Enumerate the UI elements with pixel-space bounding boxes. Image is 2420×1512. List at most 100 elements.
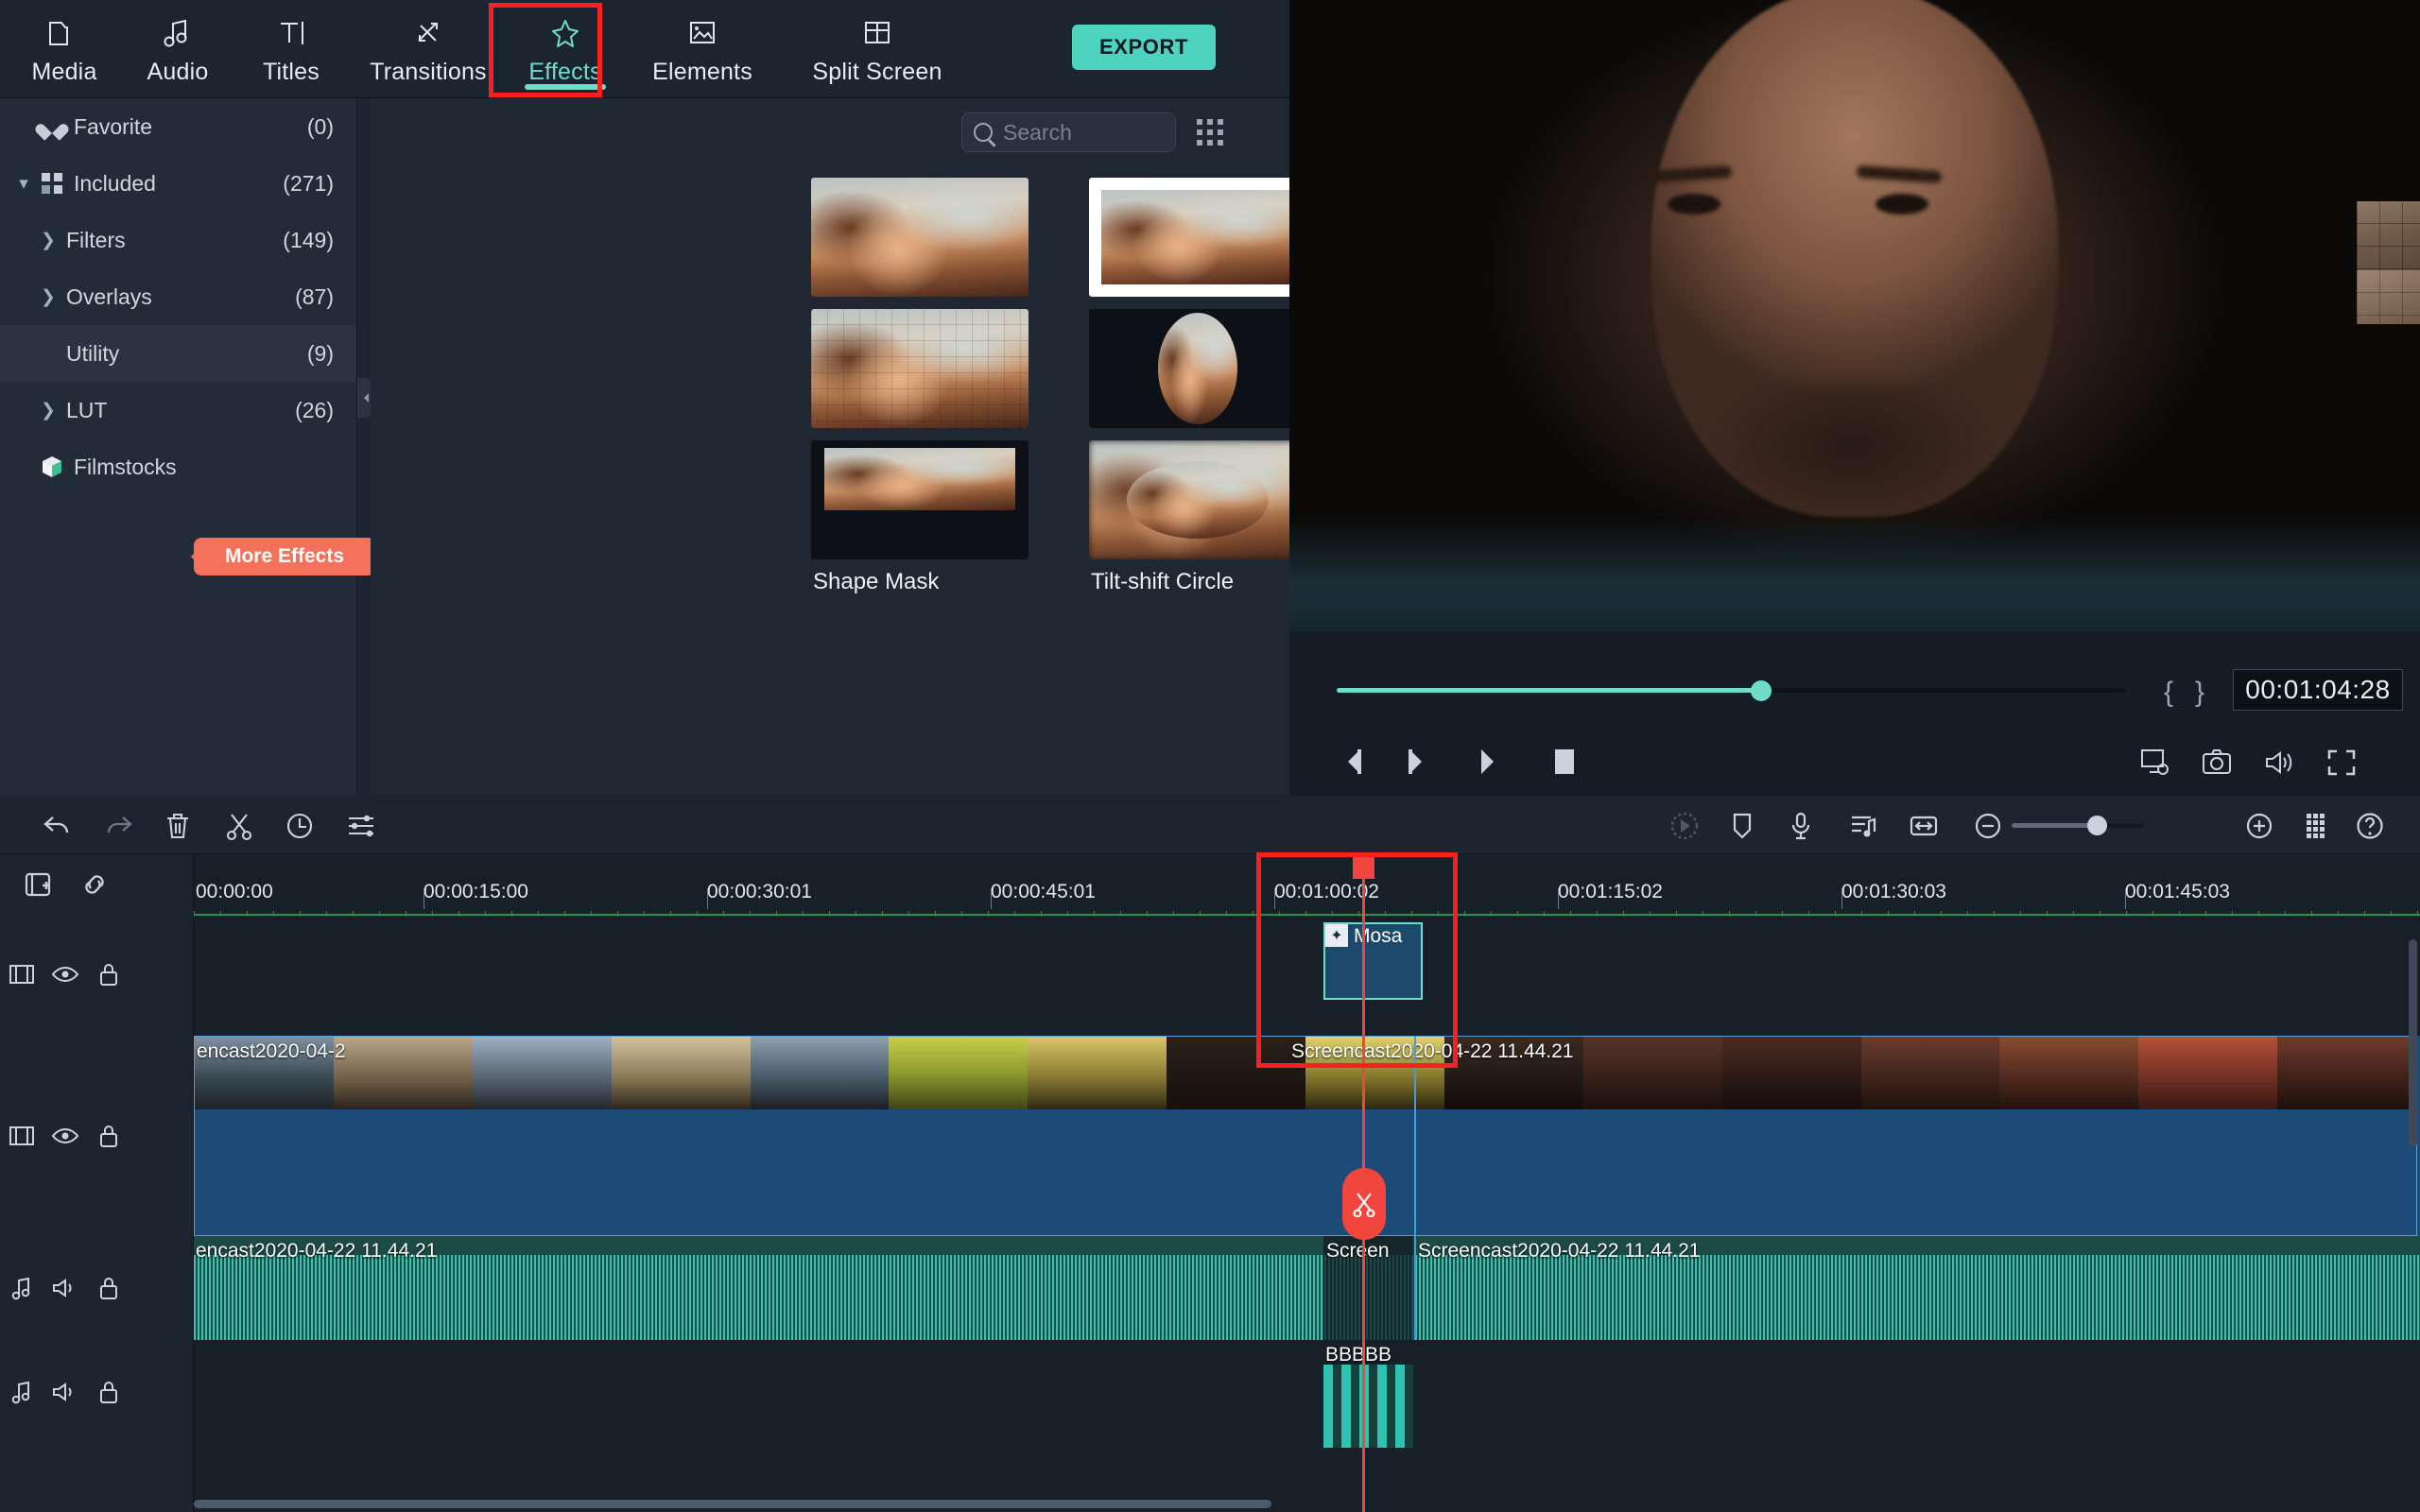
effect-tile-shape-mask[interactable]: Shape Mask — [811, 425, 1089, 594]
prev-frame-button[interactable] — [1327, 741, 1369, 782]
speed-clock-icon[interactable] — [281, 807, 319, 845]
tab-titles-label: Titles — [262, 58, 320, 85]
marker-icon[interactable] — [1723, 807, 1761, 845]
tab-effects[interactable]: Effects — [509, 0, 622, 98]
split-clip-button[interactable] — [1342, 1168, 1386, 1240]
sidebar-item-count: (9) — [306, 340, 334, 366]
tab-elements[interactable]: Elements — [622, 0, 783, 98]
mark-in-button[interactable]: { — [2164, 677, 2173, 709]
adjust-sliders-icon[interactable] — [342, 807, 380, 845]
tab-split-screen[interactable]: Split Screen — [783, 0, 972, 98]
preview-timecode[interactable]: 00:01:04:28 — [2233, 669, 2403, 711]
split-scissors-icon[interactable] — [220, 807, 258, 845]
music-icon — [0, 1276, 43, 1300]
effect-tile-auto-enhance[interactable]: Auto Enhance — [811, 163, 1089, 332]
sidebar-item-overlays[interactable]: ❯ Overlays (87) — [0, 268, 356, 325]
sidebar-item-utility[interactable]: Utility (9) — [0, 325, 356, 382]
zoom-out-icon[interactable] — [1969, 807, 2007, 845]
tab-audio[interactable]: Audio — [121, 0, 234, 98]
play-button[interactable] — [1473, 741, 1514, 782]
help-icon[interactable] — [2351, 807, 2389, 845]
timeline-vertical-scrollbar[interactable] — [2409, 939, 2417, 1147]
tab-transitions[interactable]: Transitions — [348, 0, 509, 98]
timeline-effect-clip[interactable]: ✦ Mosa — [1323, 922, 1423, 1000]
link-icon[interactable] — [76, 866, 113, 903]
volume-icon[interactable] — [2259, 743, 2299, 782]
sidebar-item-filters[interactable]: ❯ Filters (149) — [0, 212, 356, 268]
search-input[interactable] — [1003, 119, 1164, 146]
timeline-render-bar — [194, 914, 2420, 916]
chevron-right-icon[interactable]: ❯ — [36, 230, 60, 251]
effect-clip-label: Mosa — [1354, 925, 1403, 947]
fit-to-timeline-icon[interactable] — [1905, 807, 1943, 845]
chevron-down-icon[interactable]: ▾ — [11, 173, 36, 195]
timeline-ruler[interactable]: 00:00:00 00:00:15:00 00:00:30:01 00:00:4… — [194, 854, 2420, 913]
tab-audio-label: Audio — [147, 58, 209, 85]
eye-icon[interactable] — [43, 964, 87, 985]
sidebar-item-filmstocks[interactable]: Filmstocks — [0, 438, 356, 495]
track-header-effect — [0, 913, 194, 1036]
delete-trash-icon[interactable] — [159, 807, 197, 845]
chevron-right-icon[interactable]: ❯ — [36, 400, 60, 421]
grid-view-toggle-icon[interactable] — [1197, 119, 1223, 146]
add-track-icon[interactable] — [21, 866, 59, 903]
track-header-audio-2 — [0, 1340, 194, 1444]
storyboard-grid-icon[interactable] — [2297, 807, 2335, 845]
sidebar-item-label: Filters — [66, 227, 126, 252]
lock-icon[interactable] — [87, 961, 130, 988]
sidebar-collapse-handle[interactable] — [357, 378, 371, 418]
chevron-right-icon[interactable]: ❯ — [36, 286, 60, 308]
voiceover-mic-icon[interactable] — [1782, 807, 1820, 845]
tab-elements-label: Elements — [652, 58, 752, 85]
search-box[interactable] — [961, 112, 1176, 152]
mosaic-effect-overlay-2 — [2357, 270, 2420, 324]
text-t-icon — [273, 13, 309, 53]
next-frame-button[interactable] — [1400, 741, 1442, 782]
mark-out-button[interactable]: } — [2195, 677, 2204, 709]
fullscreen-icon[interactable] — [2322, 743, 2361, 782]
timeline-small-audio-clips[interactable]: BBBBB — [1323, 1344, 1413, 1448]
tab-titles[interactable]: Titles — [234, 0, 348, 98]
more-effects-badge[interactable]: More Effects — [191, 538, 375, 576]
lock-icon[interactable] — [87, 1123, 130, 1149]
track-header-column — [0, 854, 194, 1512]
audio-track-2-lane[interactable]: BBBBB — [194, 1344, 2420, 1448]
redo-icon[interactable] — [99, 807, 137, 845]
tab-media[interactable]: Media — [8, 0, 121, 98]
audio-detach-icon[interactable] — [1843, 807, 1881, 845]
timeline-zoom-slider[interactable] — [2012, 816, 2144, 835]
stop-button[interactable] — [1544, 741, 1585, 782]
sidebar-item-lut[interactable]: ❯ LUT (26) — [0, 382, 356, 438]
timeline-video-clip[interactable]: Screencast2020-04-22 11.44.21 encast2020… — [194, 1036, 2417, 1236]
display-settings-icon[interactable] — [2135, 743, 2175, 782]
timeline-audio-clip[interactable]: encast2020-04-22 11.44.21 Screen Screenc… — [194, 1236, 2420, 1340]
playhead-handle[interactable] — [1353, 854, 1374, 879]
playback-progress-bar[interactable] — [1337, 680, 2126, 701]
ruler-tick-label: 00:00:45:01 — [991, 881, 1096, 902]
timeline-toolbar — [0, 796, 2420, 854]
progress-knob[interactable] — [1751, 680, 1772, 701]
eye-icon[interactable] — [43, 1125, 87, 1146]
video-preview-canvas[interactable] — [1289, 0, 2420, 631]
speaker-icon[interactable] — [43, 1381, 87, 1403]
video-track-lane[interactable]: Screencast2020-04-22 11.44.21 encast2020… — [194, 1036, 2420, 1236]
sidebar-item-count: (149) — [283, 227, 334, 252]
sidebar-item-count: (271) — [283, 170, 334, 196]
snapshot-camera-icon[interactable] — [2197, 743, 2237, 782]
lock-icon[interactable] — [87, 1379, 130, 1405]
sidebar-item-included[interactable]: ▾ Included (271) — [0, 155, 356, 212]
wondershare-filmora-window: Media Audio Titles Transitions Effects E… — [0, 0, 2420, 1512]
sidebar-item-label: Favorite — [74, 113, 153, 139]
zoom-in-icon[interactable] — [2240, 807, 2278, 845]
audio-track-lane[interactable]: encast2020-04-22 11.44.21 Screen Screenc… — [194, 1236, 2420, 1340]
effect-tile-face-off[interactable]: Face-off — [811, 294, 1089, 463]
speaker-icon[interactable] — [43, 1277, 87, 1299]
lock-icon[interactable] — [87, 1275, 130, 1301]
export-button[interactable]: EXPORT — [1072, 25, 1216, 70]
undo-icon[interactable] — [39, 807, 77, 845]
render-preview-icon[interactable] — [1666, 807, 1703, 845]
sidebar-item-count: (0) — [306, 113, 334, 139]
timeline-horizontal-scrollbar[interactable] — [194, 1500, 1271, 1508]
effect-track-lane[interactable]: ✦ Mosa — [194, 919, 2420, 1036]
sidebar-item-favorite[interactable]: Favorite (0) — [0, 98, 356, 155]
